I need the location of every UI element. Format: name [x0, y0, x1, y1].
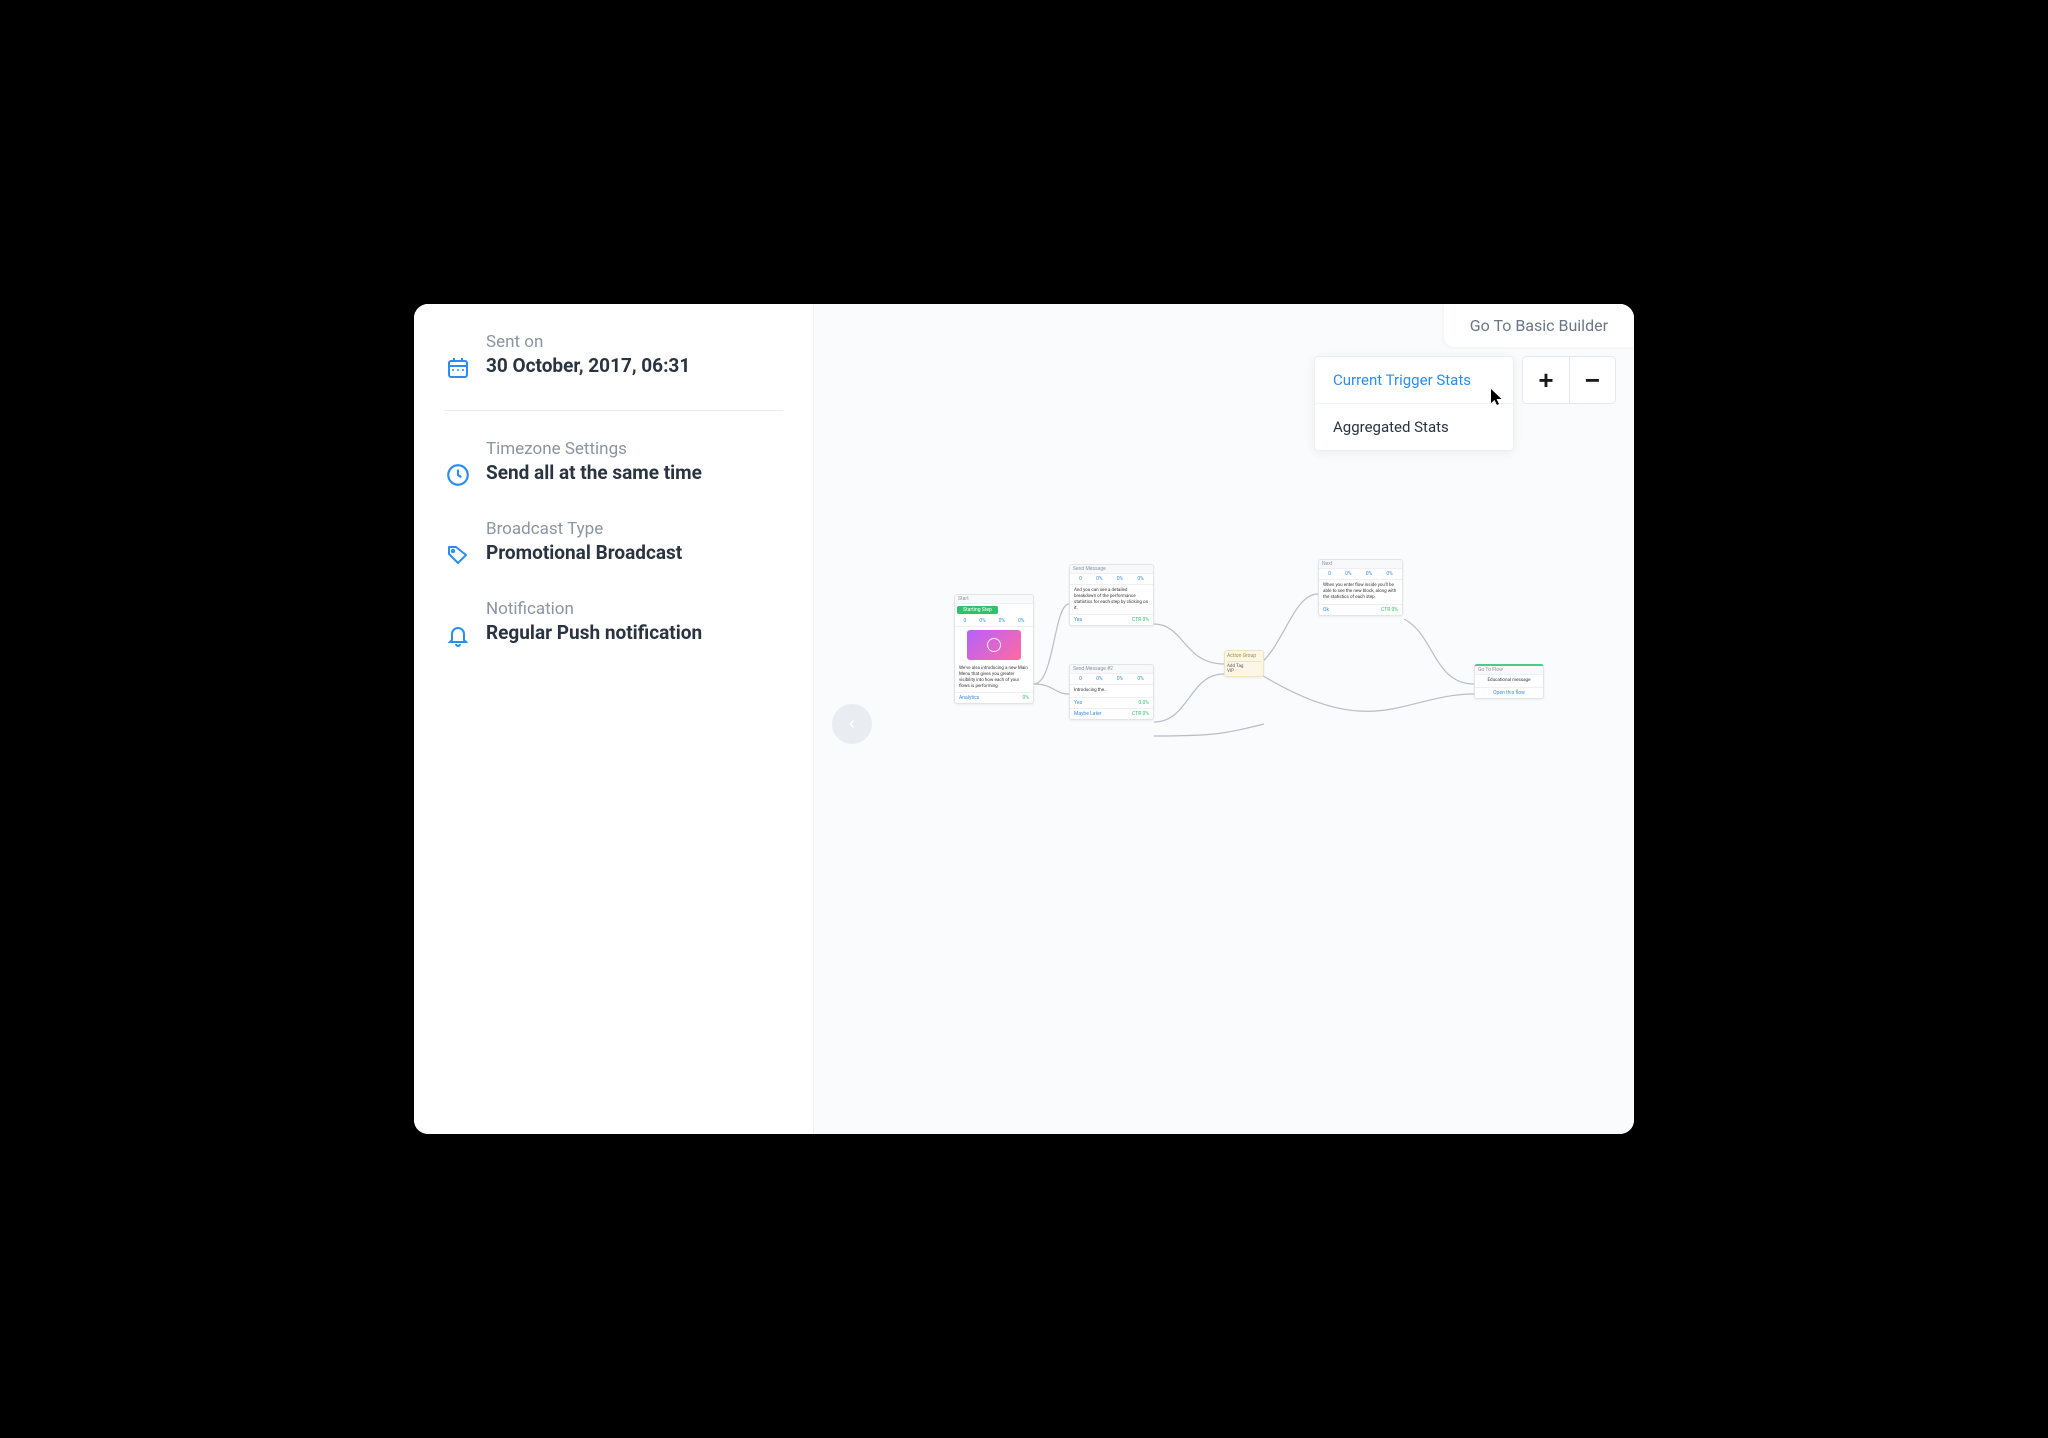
- zoom-controls: + −: [1522, 356, 1616, 404]
- stats-option-aggregated[interactable]: Aggregated Stats: [1315, 404, 1513, 450]
- flow-diagram: Start Starting Step 00%0%0% We've also i…: [954, 564, 1594, 784]
- go-to-basic-builder-link[interactable]: Go To Basic Builder: [1444, 304, 1634, 347]
- collapse-sidebar-button[interactable]: [832, 704, 872, 744]
- flow-node-next[interactable]: Next 00%0%0% When you enter flow inside …: [1318, 559, 1403, 616]
- timezone-row: Timezone Settings Send all at the same t…: [444, 439, 773, 489]
- sent-on-label: Sent on: [486, 332, 690, 352]
- sidebar: Sent on 30 October, 2017, 06:31 Timezone…: [414, 304, 814, 1134]
- sent-on-value: 30 October, 2017, 06:31: [486, 354, 690, 377]
- clock-icon: [444, 461, 472, 489]
- zoom-out-button[interactable]: −: [1569, 357, 1615, 403]
- bell-icon: [444, 621, 472, 649]
- app-window: Sent on 30 October, 2017, 06:31 Timezone…: [414, 304, 1634, 1134]
- broadcast-type-value: Promotional Broadcast: [486, 541, 682, 564]
- broadcast-type-label: Broadcast Type: [486, 519, 682, 539]
- timezone-label: Timezone Settings: [486, 439, 702, 459]
- flow-node-action-group[interactable]: Action Group Add Tag VIP: [1224, 650, 1264, 677]
- calendar-icon: [444, 354, 472, 382]
- flow-node-send-message[interactable]: Send Message 00%0%0% And you can see a d…: [1069, 564, 1154, 626]
- zoom-in-button[interactable]: +: [1523, 357, 1569, 403]
- notification-label: Notification: [486, 599, 702, 619]
- tag-icon: [444, 541, 472, 569]
- broadcast-type-row: Broadcast Type Promotional Broadcast: [444, 519, 773, 569]
- flow-canvas[interactable]: Go To Basic Builder Current Trigger Stat…: [814, 304, 1634, 1134]
- notification-row: Notification Regular Push notification: [444, 599, 773, 649]
- stats-option-current[interactable]: Current Trigger Stats: [1315, 357, 1513, 404]
- flow-node-send-message-2[interactable]: Send Message #2 00%0%0% Introducing the……: [1069, 664, 1154, 720]
- notification-value: Regular Push notification: [486, 621, 702, 644]
- sent-on-row: Sent on 30 October, 2017, 06:31: [444, 332, 783, 382]
- stats-dropdown[interactable]: Current Trigger Stats Aggregated Stats: [1314, 356, 1514, 451]
- timezone-value: Send all at the same time: [486, 461, 702, 484]
- preview-image: [967, 630, 1021, 660]
- flow-node-start[interactable]: Start Starting Step 00%0%0% We've also i…: [954, 594, 1034, 704]
- flow-node-goto[interactable]: Go To Flow Educational message Open this…: [1474, 664, 1544, 699]
